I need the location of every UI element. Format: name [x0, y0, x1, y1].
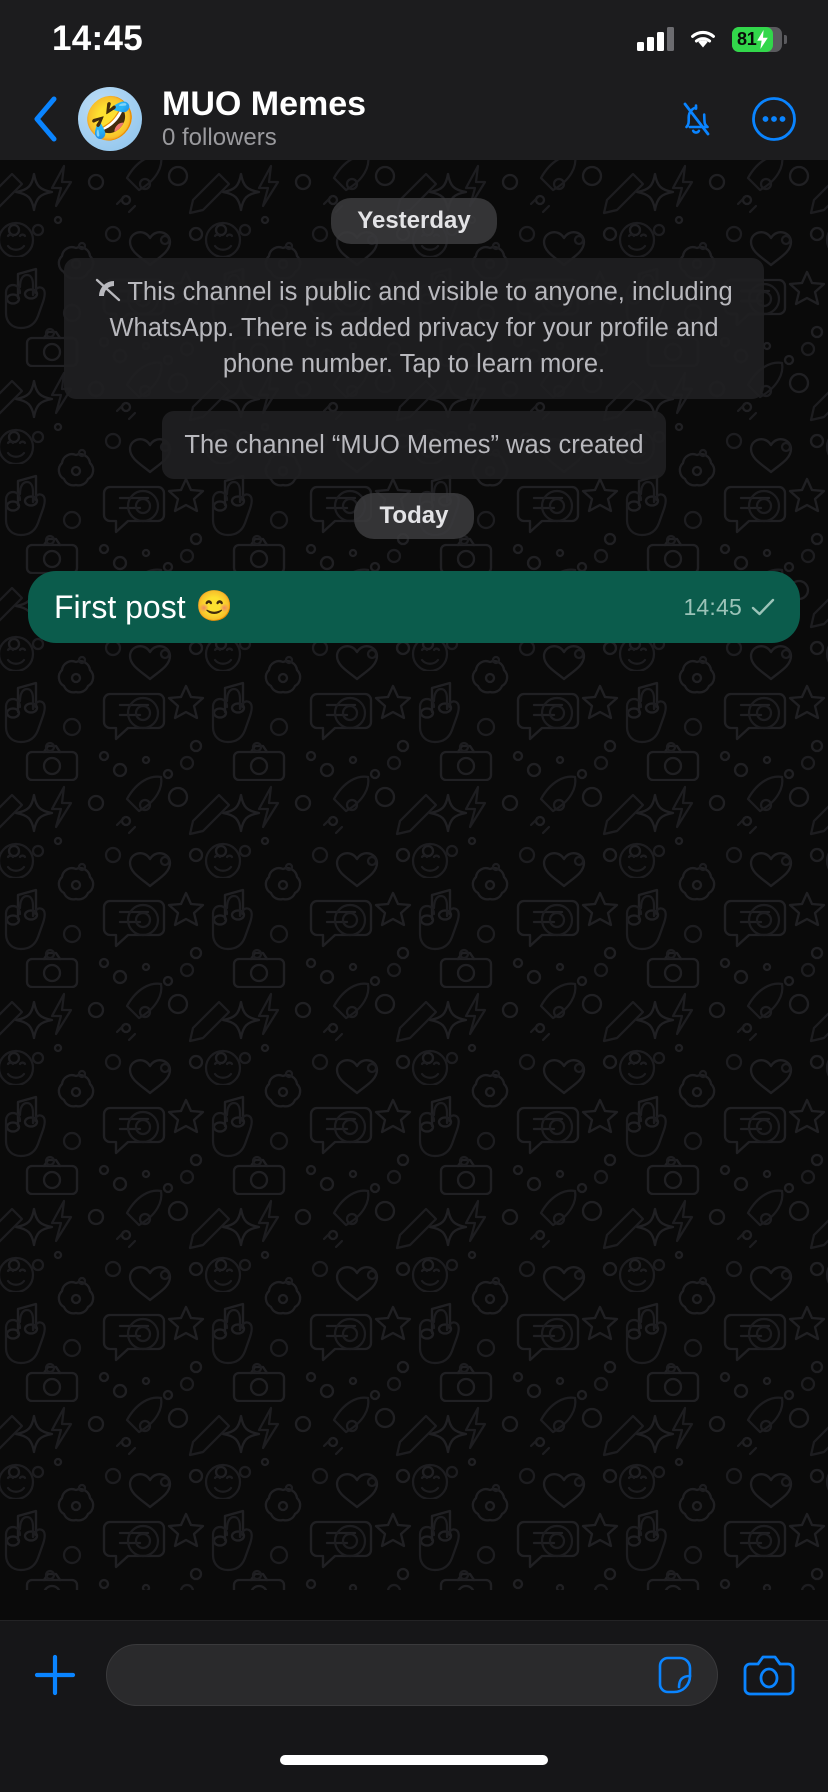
messages-container: Yesterday This channel is public and vis… [0, 160, 828, 1620]
message-bubble-outgoing[interactable]: First post 😊 14:45 [28, 570, 800, 644]
system-message-text: The channel “MUO Memes” was created [184, 430, 644, 459]
home-indicator-area [0, 1728, 828, 1792]
plus-icon [34, 1654, 76, 1695]
attach-button[interactable] [26, 1646, 84, 1704]
wifi-icon [691, 30, 715, 48]
battery-percent-label: 81 [737, 28, 757, 49]
camera-icon [743, 1655, 795, 1695]
chat-header: 🤣 MUO Memes 0 followers [0, 78, 828, 160]
system-message-text: This channel is public and visible to an… [109, 278, 733, 379]
message-row[interactable]: First post 😊 14:45 [0, 553, 828, 644]
message-input-container[interactable] [106, 1643, 718, 1706]
single-check-icon [751, 598, 775, 616]
status-bar-time: 14:45 [52, 19, 144, 58]
battery-icon: 81 [732, 26, 787, 52]
system-message-privacy[interactable]: This channel is public and visible to an… [0, 258, 828, 399]
message-timestamp: 14:45 [683, 593, 742, 620]
whatsapp-channel-screen: 14:45 81 🤣 MUO Memes 0 followers Yesterd… [0, 0, 828, 1792]
more-circle-icon [752, 97, 796, 141]
cellular-signal-icon [637, 27, 674, 51]
date-divider-label: Yesterday [331, 198, 497, 244]
privacy-broadcast-icon [96, 278, 121, 302]
system-message-bubble: The channel “MUO Memes” was created [162, 410, 666, 479]
date-divider-yesterday: Yesterday [0, 198, 828, 244]
system-message-created: The channel “MUO Memes” was created [0, 410, 828, 479]
message-emoji: 😊 [195, 590, 233, 623]
back-button[interactable] [18, 89, 74, 149]
sticker-icon [658, 1656, 692, 1693]
date-divider-label: Today [353, 492, 475, 539]
date-divider-today: Today [0, 492, 828, 539]
header-title-group[interactable]: MUO Memes 0 followers [162, 86, 670, 151]
sticker-button[interactable] [653, 1651, 701, 1699]
follower-count: 0 followers [162, 124, 277, 152]
page-title: MUO Memes [162, 86, 367, 124]
home-indicator[interactable] [280, 1755, 548, 1765]
status-bar-indicators: 81 [637, 26, 787, 52]
chat-message-area[interactable]: Yesterday This channel is public and vis… [0, 160, 828, 1620]
message-content: First post 😊 [54, 588, 233, 626]
message-input-bar [0, 1620, 828, 1728]
avatar[interactable]: 🤣 [78, 87, 142, 151]
camera-button[interactable] [740, 1646, 798, 1704]
header-actions [670, 93, 800, 145]
message-input[interactable] [133, 1659, 653, 1690]
chevron-left-icon [34, 96, 57, 142]
system-message-bubble: This channel is public and visible to an… [64, 258, 764, 399]
more-options-button[interactable] [748, 93, 800, 145]
charging-bolt-icon [757, 29, 769, 49]
bell-slash-icon [683, 102, 710, 136]
message-meta: 14:45 [683, 594, 776, 621]
status-bar: 14:45 81 [0, 0, 828, 78]
message-text: First post [54, 588, 186, 625]
mute-button[interactable] [670, 93, 722, 145]
avatar-emoji: 🤣 [83, 95, 137, 142]
